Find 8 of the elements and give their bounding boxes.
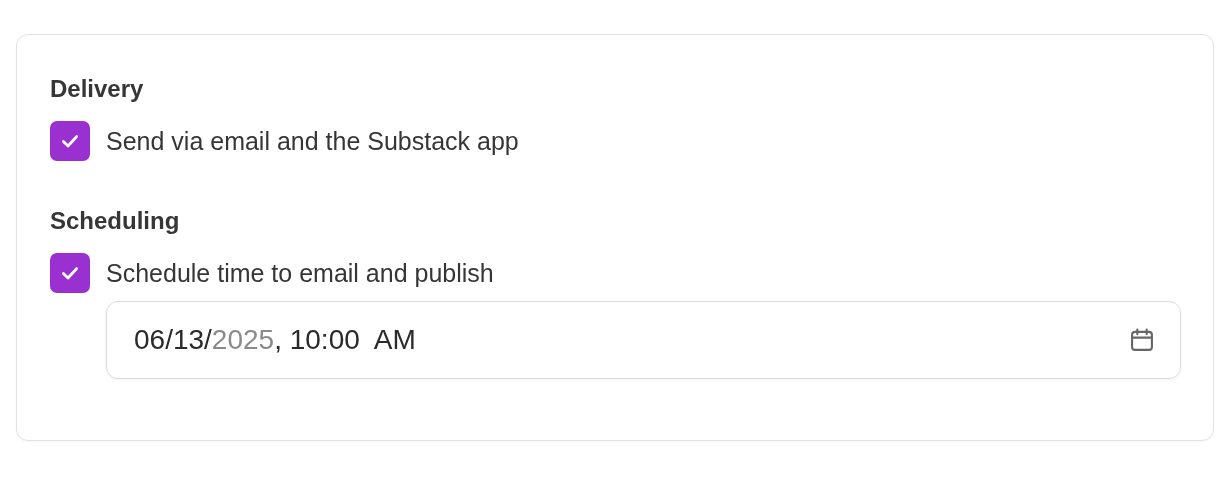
- section-heading: Delivery: [50, 74, 145, 104]
- checkbox[interactable]: [50, 121, 90, 161]
- checkbox[interactable]: [50, 253, 90, 293]
- checkbox-label: Send via email and the Substack app: [106, 126, 519, 156]
- section-heading: Scheduling: [50, 206, 181, 236]
- checkbox-label: Schedule time to email and publish: [106, 258, 494, 288]
- date-time-field[interactable]: 06/13/2025, 10:00 AM: [106, 301, 1181, 379]
- calendar-icon[interactable]: [1128, 326, 1156, 354]
